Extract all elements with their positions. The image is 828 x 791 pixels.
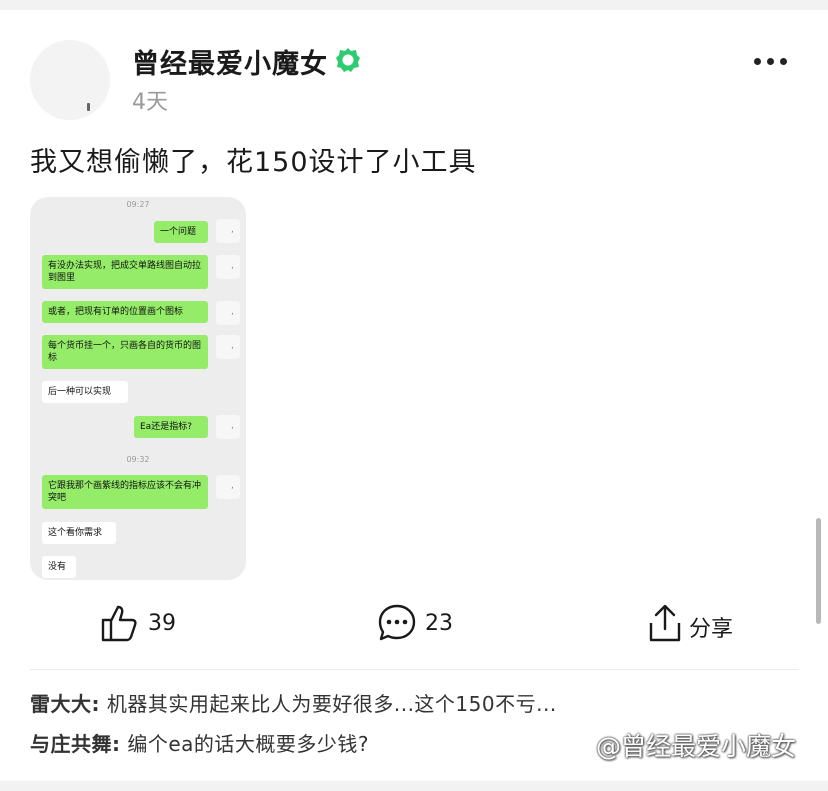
bottom-separator [0, 781, 828, 791]
chat-message: 它跟我那个画紫线的指标应该不会有冲突吧 [42, 475, 208, 509]
comment-text: 机器其实用起来比人为要好很多...这个150不亏... [100, 692, 557, 716]
brand-icon [572, 736, 594, 756]
chat-message: 后一种可以实现 [42, 381, 128, 403]
like-button[interactable]: 39 [100, 603, 190, 647]
page-scrollbar[interactable] [816, 518, 821, 624]
chat-avatar [216, 301, 240, 325]
post-text: 我又想偷懒了，花150设计了小工具 [30, 147, 477, 178]
chat-avatar [216, 335, 240, 359]
comment-icon [378, 604, 416, 641]
post-time: 4天 [132, 90, 168, 115]
chat-message: 每个货币挂一个，只画各自的货币的图标 [42, 335, 208, 369]
comment-preview[interactable]: 雷大大: 机器其实用起来比人为要好很多...这个150不亏... [30, 688, 557, 717]
chat-message: 一个问题 [154, 221, 208, 243]
comment-text: 编个ea的话大概要多少钱? [120, 732, 370, 756]
chat-avatar [216, 219, 240, 243]
post-image-chat-screenshot[interactable]: 09:27 一个问题 有没办法实现，把成交单路线图自动拉到图里 或者，把现有订单… [30, 197, 246, 580]
chat-avatar [216, 475, 240, 499]
comment-count: 23 [425, 611, 453, 636]
top-separator [0, 0, 828, 10]
chat-message: Ea还是指标? [134, 416, 208, 438]
share-label: 分享 [689, 617, 734, 642]
chat-message: 或者，把现有订单的位置画个图标 [42, 301, 208, 323]
chat-avatar [216, 255, 240, 279]
chat-avatar [216, 415, 240, 439]
more-icon[interactable] [754, 58, 788, 66]
divider [30, 669, 799, 670]
comment-author[interactable]: 雷大大 [30, 692, 92, 716]
chat-timestamp: 09:32 [126, 455, 150, 464]
watermark: @曾经最爱小魔女 [570, 727, 796, 763]
chat-message: 没有 [42, 556, 76, 578]
comment-separator: : [112, 732, 121, 756]
chat-message: 有没办法实现，把成交单路线图自动拉到图里 [42, 255, 208, 289]
chat-timestamp: 09:27 [126, 200, 150, 209]
username[interactable]: 曾经最爱小魔女 [132, 42, 328, 81]
like-count: 39 [148, 611, 176, 636]
comment-author[interactable]: 与庄共舞 [30, 732, 112, 756]
like-icon [101, 605, 137, 642]
comment-preview[interactable]: 与庄共舞: 编个ea的话大概要多少钱? [30, 728, 369, 757]
watermark-text: @曾经最爱小魔女 [596, 732, 797, 761]
share-icon [649, 604, 681, 642]
avatar[interactable] [30, 40, 110, 120]
share-button[interactable]: 分享 [647, 603, 747, 647]
chat-message: 这个看你需求 [42, 522, 116, 544]
verified-icon [336, 48, 360, 72]
avatar-mark [87, 103, 90, 111]
comment-button[interactable]: 23 [377, 603, 467, 647]
comment-separator: : [91, 692, 100, 716]
